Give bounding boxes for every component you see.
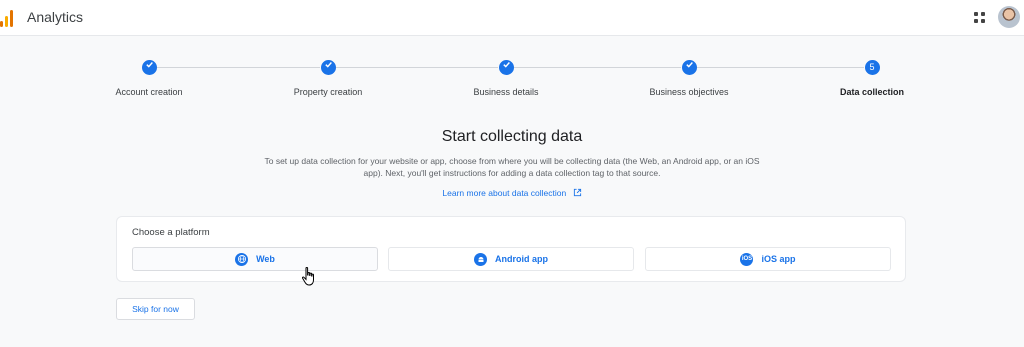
step-label: Property creation <box>293 87 363 97</box>
platform-card-title: Choose a platform <box>132 227 210 238</box>
external-link-icon[interactable] <box>573 188 582 197</box>
platform-ios-button[interactable]: iOS iOS app <box>645 247 891 271</box>
step-label: Account creation <box>115 87 183 97</box>
hand-pointer-icon <box>301 267 314 286</box>
step-account-creation: Account creation <box>79 56 219 97</box>
step-business-details: Business details <box>436 56 576 97</box>
globe-icon <box>235 252 249 266</box>
check-icon <box>320 60 336 75</box>
platform-web-button[interactable]: Web <box>132 247 378 271</box>
avatar[interactable] <box>998 6 1020 28</box>
check-icon <box>141 60 157 75</box>
android-icon <box>474 252 487 266</box>
step-label: Business objectives <box>649 87 729 97</box>
platform-label: Android app <box>495 254 548 264</box>
platform-card: Choose a platform Web Android app iOS iO… <box>116 216 906 282</box>
step-business-objectives: Business objectives <box>619 56 759 97</box>
app-bar: Analytics <box>0 0 1024 36</box>
learn-more-link-row: Learn more about data collection <box>0 188 1024 198</box>
platform-label: Web <box>256 254 275 264</box>
page-description: To set up data collection for your websi… <box>264 156 760 178</box>
step-property-creation: Property creation <box>258 56 398 97</box>
step-label: Business details <box>473 87 539 97</box>
app-title: Analytics <box>27 9 84 25</box>
ios-icon: iOS <box>740 252 754 266</box>
page-title: Start collecting data <box>441 128 583 145</box>
check-icon <box>681 60 697 75</box>
setup-stepper: Account creation Property creation Busin… <box>0 56 1024 106</box>
step-label: Data collection <box>839 87 904 97</box>
step-number: 5 <box>864 60 880 75</box>
platform-label: iOS app <box>761 254 796 264</box>
apps-grid-icon[interactable] <box>974 12 986 24</box>
platform-android-button[interactable]: Android app <box>388 247 634 271</box>
skip-button[interactable]: Skip for now <box>116 298 195 320</box>
learn-more-link[interactable]: Learn more about data collection <box>442 188 566 198</box>
analytics-logo-icon[interactable] <box>0 9 16 27</box>
check-icon <box>498 60 514 75</box>
step-data-collection: 5 Data collection <box>802 56 942 97</box>
